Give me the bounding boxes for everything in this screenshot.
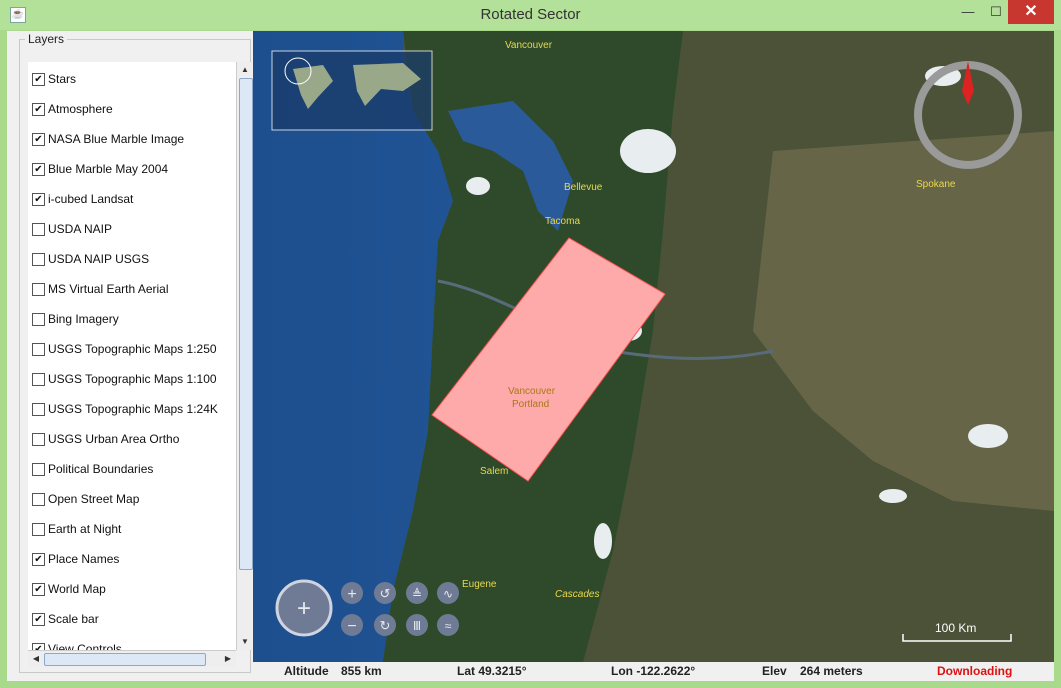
layer-label: USDA NAIP [48,222,113,236]
zoom-out-button[interactable]: − [341,614,363,636]
layer-checkbox[interactable] [32,253,45,266]
title-bar: ☕ Rotated Sector — ☐ ✕ [0,0,1061,30]
layer-checkbox[interactable] [32,523,45,536]
status-bar: Altitude 855 km Lat 49.3215° Lon -122.26… [253,662,1054,681]
layer-label: USGS Topographic Maps 1:250 [48,342,217,356]
layer-label: USDA NAIP USGS [48,252,150,266]
layer-label: View Controls [48,642,122,650]
layer-label: USGS Topographic Maps 1:100 [48,372,217,386]
tilt-down-button[interactable]: Ⅲ [406,614,428,636]
layer-label: Blue Marble May 2004 [48,162,169,176]
layers-vertical-scrollbar[interactable]: ▲ ▼ [236,62,253,650]
world-map-overview[interactable] [271,50,433,131]
sector-label-line-2: Portland [512,399,549,410]
scroll-right-arrow-icon[interactable]: ▶ [220,651,236,667]
layer-label: Scale bar [48,612,99,626]
layer-label: USGS Urban Area Ortho [48,432,180,446]
download-status: Downloading [937,664,1013,678]
layer-label: Earth at Night [48,522,122,536]
layer-label: Political Boundaries [48,462,154,476]
longitude-readout: Lon -122.2622° [611,664,696,678]
place-label-eugene: Eugene [462,579,497,590]
layer-checkbox[interactable]: ✔ [32,583,45,596]
layer-checkbox[interactable] [32,223,45,236]
layer-label: i-cubed Landsat [48,192,134,206]
rotate-left-button[interactable]: ↺ [374,582,396,604]
elevation-value: 264 meters [800,664,863,678]
scroll-down-arrow-icon[interactable]: ▼ [237,634,253,650]
layers-panel-title: Layers [25,32,68,46]
scroll-up-arrow-icon[interactable]: ▲ [237,62,253,78]
latitude-readout: Lat 49.3215° [457,664,527,678]
layer-label: Place Names [48,552,120,566]
layer-checkbox[interactable] [32,373,45,386]
layer-checkbox[interactable] [32,313,45,326]
layer-checkbox[interactable]: ✔ [32,103,45,116]
svg-text:+: + [297,595,311,622]
minimize-button[interactable]: — [954,0,982,24]
vertical-exaggeration-down-button[interactable]: ≈ [437,614,459,636]
layer-label: World Map [48,582,106,596]
altitude-value: 855 km [341,664,382,678]
layer-label: Open Street Map [48,492,140,506]
layer-checkbox[interactable]: ✔ [32,643,45,650]
vertical-exaggeration-up-button[interactable]: ∿ [437,582,459,604]
place-label-tacoma: Tacoma [545,216,580,227]
maximize-button[interactable]: ☐ [982,0,1010,24]
svg-text:+: + [347,586,356,603]
scale-bar-label: 100 Km [935,621,976,635]
svg-text:≈: ≈ [445,619,452,633]
scroll-left-arrow-icon[interactable]: ◀ [28,651,44,667]
layer-checkbox[interactable] [32,283,45,296]
layer-checkbox[interactable]: ✔ [32,613,45,626]
layer-label: NASA Blue Marble Image [48,132,185,146]
layer-label: USGS Topographic Maps 1:24K [48,402,218,416]
layer-label: Bing Imagery [48,312,119,326]
layers-horizontal-scrollbar[interactable]: ◀ ▶ [28,650,236,667]
layer-checkbox[interactable]: ✔ [32,133,45,146]
svg-text:∿: ∿ [443,587,453,601]
svg-text:↺: ↺ [380,586,391,601]
horizontal-scroll-thumb[interactable] [44,653,206,666]
place-label-spokane: Spokane [916,179,956,190]
elevation-label: Elev [762,664,787,678]
close-button[interactable]: ✕ [1008,0,1054,24]
place-label-vancouver-bc: Vancouver [505,40,553,51]
vertical-scroll-thumb[interactable] [239,78,253,570]
layer-label: MS Virtual Earth Aerial [48,282,169,296]
layer-checkbox[interactable]: ✔ [32,73,45,86]
svg-text:↻: ↻ [380,618,391,633]
layer-checkbox[interactable]: ✔ [32,193,45,206]
sector-label-line-1: Vancouver [508,386,556,397]
layers-panel: Layers ✔ Stars ✔ Atmosphere ✔ NASA Blue Marbl… [19,32,253,673]
pan-control[interactable]: + [275,579,333,637]
tilt-up-button[interactable]: ≜ [406,582,428,604]
layer-label: Stars [48,72,77,86]
layer-checkbox[interactable]: ✔ [32,553,45,566]
place-label-salem: Salem [480,466,508,477]
window-title: Rotated Sector [480,6,581,23]
layer-label: Atmosphere [48,102,113,116]
svg-text:−: − [347,618,356,635]
layer-checkbox[interactable] [32,343,45,356]
globe-map-view[interactable]: + + − ↺ ↻ ≜ Ⅲ ∿ ≈ Vancouver Bellevue Tac… [253,31,1054,662]
rotate-right-button[interactable]: ↻ [374,614,396,636]
layer-checkbox[interactable] [32,433,45,446]
place-label-cascades: Cascades [555,589,599,600]
svg-text:Ⅲ: Ⅲ [413,619,421,633]
zoom-in-button[interactable]: + [341,582,363,604]
altitude-label: Altitude [284,664,329,678]
layer-checkbox[interactable] [32,403,45,416]
svg-text:≜: ≜ [412,587,422,601]
place-label-bellevue: Bellevue [564,182,603,193]
main-frame: Layers ✔ Stars ✔ Atmosphere ✔ NASA Blue Marbl… [7,31,1054,681]
layer-checkbox[interactable] [32,463,45,476]
layer-checkbox[interactable]: ✔ [32,163,45,176]
layer-checkbox[interactable] [32,493,45,506]
layers-list: ✔ Stars ✔ Atmosphere ✔ NASA Blue Marble Image… [28,62,236,650]
